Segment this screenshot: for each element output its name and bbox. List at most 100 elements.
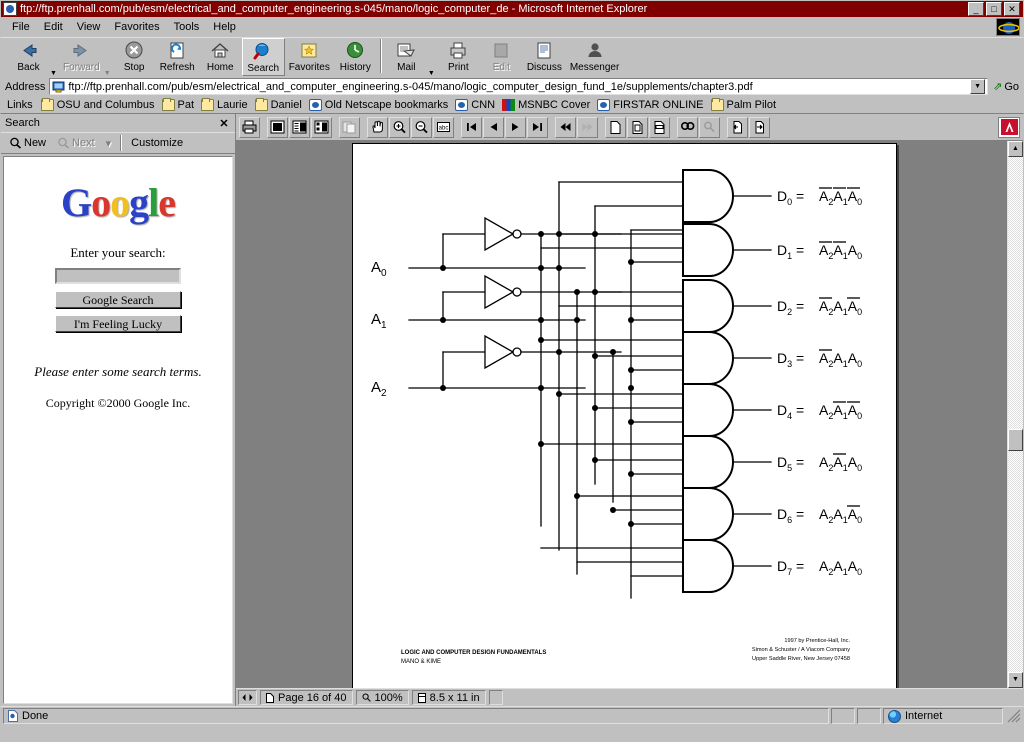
last-page-button[interactable]	[527, 116, 548, 138]
favorites-icon	[298, 40, 320, 61]
acrobat-tool-group: abc	[367, 116, 455, 138]
status-resize-handle[interactable]	[488, 690, 503, 705]
minimize-button[interactable]: _	[968, 2, 984, 16]
hand-tool-button[interactable]	[367, 116, 388, 138]
link-cnn[interactable]: CNN	[453, 98, 500, 112]
menu-item-favorites[interactable]: Favorites	[107, 19, 166, 35]
input-label-A0: A0	[371, 259, 387, 279]
window-title: ftp://ftp.prenhall.com/pub/esm/electrica…	[20, 3, 648, 15]
msnbc-icon	[502, 98, 516, 111]
search-next-button[interactable]: Next	[53, 135, 99, 151]
im-feeling-lucky-button[interactable]: I'm Feeling Lucky	[55, 315, 181, 332]
next-highlight-button[interactable]	[749, 116, 770, 138]
previous-highlight-button[interactable]	[727, 116, 748, 138]
toolbar-button-stop[interactable]: Stop	[113, 38, 156, 76]
find-button[interactable]	[677, 116, 698, 138]
toolbar-button-history[interactable]: History	[334, 38, 377, 76]
next-page-button[interactable]	[505, 116, 526, 138]
toolbar-label-refresh: Refresh	[159, 62, 195, 73]
link-palm-pilot[interactable]: Palm Pilot	[709, 97, 782, 112]
chevron-down-icon[interactable]: ▼	[970, 79, 986, 94]
first-page-button[interactable]	[461, 116, 482, 138]
scroll-thumb[interactable]	[1008, 429, 1023, 451]
close-button[interactable]: ✕	[1004, 2, 1020, 16]
toolbar-button-mail[interactable]: Mail	[385, 38, 428, 76]
security-zone-panel[interactable]: Internet	[883, 708, 1003, 724]
toolbar-button-favorites[interactable]: Favorites	[285, 38, 334, 76]
address-input[interactable]: ftp://ftp.prenhall.com/pub/esm/electrica…	[49, 78, 989, 95]
search-customize-button[interactable]: Customize	[127, 135, 187, 151]
link-osu-and-columbus[interactable]: OSU and Columbus	[39, 97, 160, 112]
toolbar-label-home: Home	[206, 62, 234, 73]
output-label-D3: D3 = A2A1A0	[777, 349, 862, 369]
menu-item-edit[interactable]: Edit	[37, 19, 70, 35]
link-pat[interactable]: Pat	[160, 97, 200, 112]
go-button[interactable]: ⇗ Go	[988, 80, 1023, 94]
thumbnails-view-button[interactable]	[311, 116, 332, 138]
fit-page-button[interactable]	[627, 116, 648, 138]
search-new-icon	[9, 137, 22, 149]
search-next-dropdown-arrow-icon[interactable]: ▾	[102, 135, 116, 152]
pdf-vertical-scrollbar[interactable]: ▲ ▼	[1007, 141, 1023, 688]
input-label-A2: A2	[371, 379, 387, 399]
toolbar-button-search[interactable]: Search	[241, 38, 285, 76]
window-resize-grip[interactable]	[1007, 709, 1021, 723]
search-pane-close-icon[interactable]: ✕	[217, 117, 231, 130]
page-number-indicator[interactable]: Page 16 of 40	[260, 690, 353, 705]
link-laurie[interactable]: Laurie	[199, 97, 253, 112]
scroll-down-arrow-icon[interactable]: ▼	[1008, 672, 1023, 688]
previous-page-button[interactable]	[483, 116, 504, 138]
page-size-indicator[interactable]: 8.5 x 11 in	[411, 690, 486, 705]
menu-item-help[interactable]: Help	[206, 19, 243, 35]
toolbar-button-print[interactable]: Print	[437, 38, 480, 76]
search-new-button[interactable]: New	[5, 135, 50, 151]
go-forward-view-button[interactable]	[577, 116, 598, 138]
toolbar-button-refresh[interactable]: Refresh	[156, 38, 199, 76]
scroll-up-arrow-icon[interactable]: ▲	[1008, 141, 1023, 157]
link-old-netscape-bookmarks[interactable]: Old Netscape bookmarks	[307, 98, 454, 112]
browser-status-bar: Done Internet	[0, 706, 1024, 726]
toolbar-button-forward[interactable]: Forward	[59, 38, 104, 76]
menu-item-tools[interactable]: Tools	[167, 19, 207, 35]
status-panel-blank-1	[831, 708, 855, 724]
scroll-track[interactable]	[1008, 157, 1023, 672]
zoom-in-button[interactable]	[389, 116, 410, 138]
link-msnbc-cover[interactable]: MSNBC Cover	[500, 98, 595, 112]
ie-icon	[308, 98, 322, 111]
mail-dropdown-arrow-icon[interactable]: ▼	[428, 70, 437, 77]
search-pdf-button[interactable]	[699, 116, 720, 138]
google-logo-letter: e	[158, 180, 176, 225]
ie-animated-logo-icon	[996, 18, 1020, 36]
mail-icon	[395, 40, 417, 61]
actual-size-button[interactable]	[605, 116, 626, 138]
toolbar-button-discuss[interactable]: Discuss	[523, 38, 566, 76]
google-search-input[interactable]	[55, 268, 181, 284]
toolbar-button-edit[interactable]: Edit	[480, 38, 523, 76]
pdf-copy-button[interactable]	[339, 116, 360, 138]
go-back-view-button[interactable]	[555, 116, 576, 138]
bookmarks-view-button[interactable]	[289, 116, 310, 138]
toolbar-button-home[interactable]: Home	[199, 38, 242, 76]
zoom-level-indicator[interactable]: 100%	[355, 690, 409, 705]
google-search-button[interactable]: Google Search	[55, 291, 181, 308]
maximize-button[interactable]: □	[986, 2, 1002, 16]
page-footer-title: LOGIC AND COMPUTER DESIGN FUNDAMENTALS	[401, 650, 546, 656]
search-new-label: New	[24, 137, 47, 149]
pdf-page-viewport[interactable]: A0 A1 A2 D0 = A2A1A0 D1 = A2A1A0 D2 = A2…	[236, 141, 1023, 688]
split-view-button[interactable]	[238, 690, 257, 705]
toolbar-button-messenger[interactable]: Messenger	[566, 38, 623, 76]
page-only-view-button[interactable]	[267, 116, 288, 138]
toolbar-button-back[interactable]: Back	[7, 38, 50, 76]
zoom-out-button[interactable]	[411, 116, 432, 138]
search-sidebar: Search ✕ New Next ▾ Customize Google Ent…	[1, 114, 235, 706]
svg-text:A2A1A0: A2A1A0	[819, 506, 862, 525]
fit-width-button[interactable]	[649, 116, 670, 138]
home-icon	[209, 40, 231, 61]
link-daniel[interactable]: Daniel	[253, 97, 307, 112]
menu-item-file[interactable]: File	[5, 19, 37, 35]
menu-item-view[interactable]: View	[70, 19, 108, 35]
text-select-button[interactable]: abc	[433, 116, 454, 138]
back-dropdown-arrow-icon[interactable]: ▼	[50, 70, 59, 77]
link-firstar-online[interactable]: FIRSTAR ONLINE	[595, 98, 708, 112]
pdf-print-button[interactable]	[239, 116, 260, 138]
